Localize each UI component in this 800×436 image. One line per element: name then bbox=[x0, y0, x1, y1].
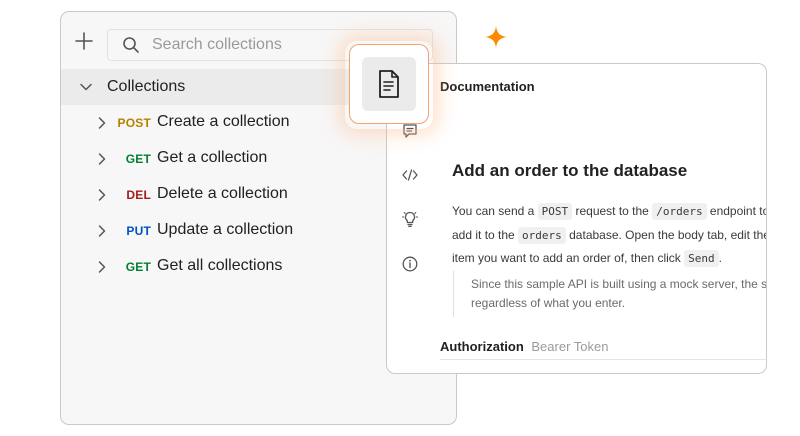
doc-heading: Add an order to the database bbox=[452, 161, 688, 180]
para-text: item you want to add an order of, then c… bbox=[452, 251, 685, 265]
para-text: . bbox=[718, 251, 722, 265]
para-text: add it to the bbox=[452, 227, 519, 242]
chevron-right-icon[interactable] bbox=[95, 188, 109, 202]
code-icon[interactable] bbox=[401, 166, 419, 184]
documentation-tab-button[interactable] bbox=[349, 44, 429, 124]
method-badge: GET bbox=[125, 152, 151, 166]
method-badge: GET bbox=[125, 260, 151, 274]
request-name: Get a collection bbox=[157, 149, 268, 166]
chevron-down-icon[interactable] bbox=[79, 80, 93, 94]
note-line: regardless of what you enter. bbox=[471, 296, 626, 310]
code-orders-db: orders bbox=[518, 226, 566, 244]
divider bbox=[440, 359, 766, 360]
authorization-label: Authorization bbox=[440, 339, 524, 354]
new-collection-button[interactable] bbox=[73, 30, 95, 52]
method-badge: PUT bbox=[126, 224, 151, 238]
documentation-title: Documentation bbox=[440, 79, 535, 94]
method-badge: POST bbox=[117, 116, 151, 130]
para-text: You can send a bbox=[452, 204, 538, 218]
doc-paragraph: You can send a POST request to the /orde… bbox=[452, 200, 767, 271]
request-name: Get all collections bbox=[157, 257, 283, 274]
document-icon bbox=[379, 70, 399, 98]
code-send: Send bbox=[684, 250, 719, 267]
note-line: Since this sample API is built using a m… bbox=[471, 277, 767, 291]
para-text: endpoint to bbox=[706, 204, 767, 218]
para-text: request to the bbox=[572, 204, 653, 218]
authorization-value: Bearer Token bbox=[531, 339, 609, 354]
chevron-right-icon[interactable] bbox=[95, 260, 109, 274]
request-name: Create a collection bbox=[157, 113, 290, 130]
code-orders-endpoint: /orders bbox=[652, 203, 707, 220]
collections-label: Collections bbox=[107, 78, 186, 95]
authorization-row: Authorization Bearer Token bbox=[440, 339, 608, 354]
code-post: POST bbox=[537, 203, 573, 220]
para-text: database. Open the body tab, edit the bbox=[565, 227, 767, 242]
info-icon[interactable] bbox=[401, 255, 419, 273]
sparkle-icon bbox=[484, 25, 508, 49]
chevron-right-icon[interactable] bbox=[95, 116, 109, 130]
method-badge: DEL bbox=[126, 188, 151, 202]
chevron-right-icon[interactable] bbox=[95, 224, 109, 238]
request-name: Delete a collection bbox=[157, 185, 288, 202]
documentation-tab-inner bbox=[362, 57, 416, 111]
doc-note: Since this sample API is built using a m… bbox=[453, 271, 767, 317]
plus-icon bbox=[75, 32, 93, 50]
request-name: Update a collection bbox=[157, 221, 294, 238]
search-icon bbox=[122, 36, 140, 54]
documentation-panel: Documentation Add an order to the databa… bbox=[386, 63, 767, 374]
lightbulb-icon[interactable] bbox=[401, 210, 419, 228]
chevron-right-icon[interactable] bbox=[95, 152, 109, 166]
